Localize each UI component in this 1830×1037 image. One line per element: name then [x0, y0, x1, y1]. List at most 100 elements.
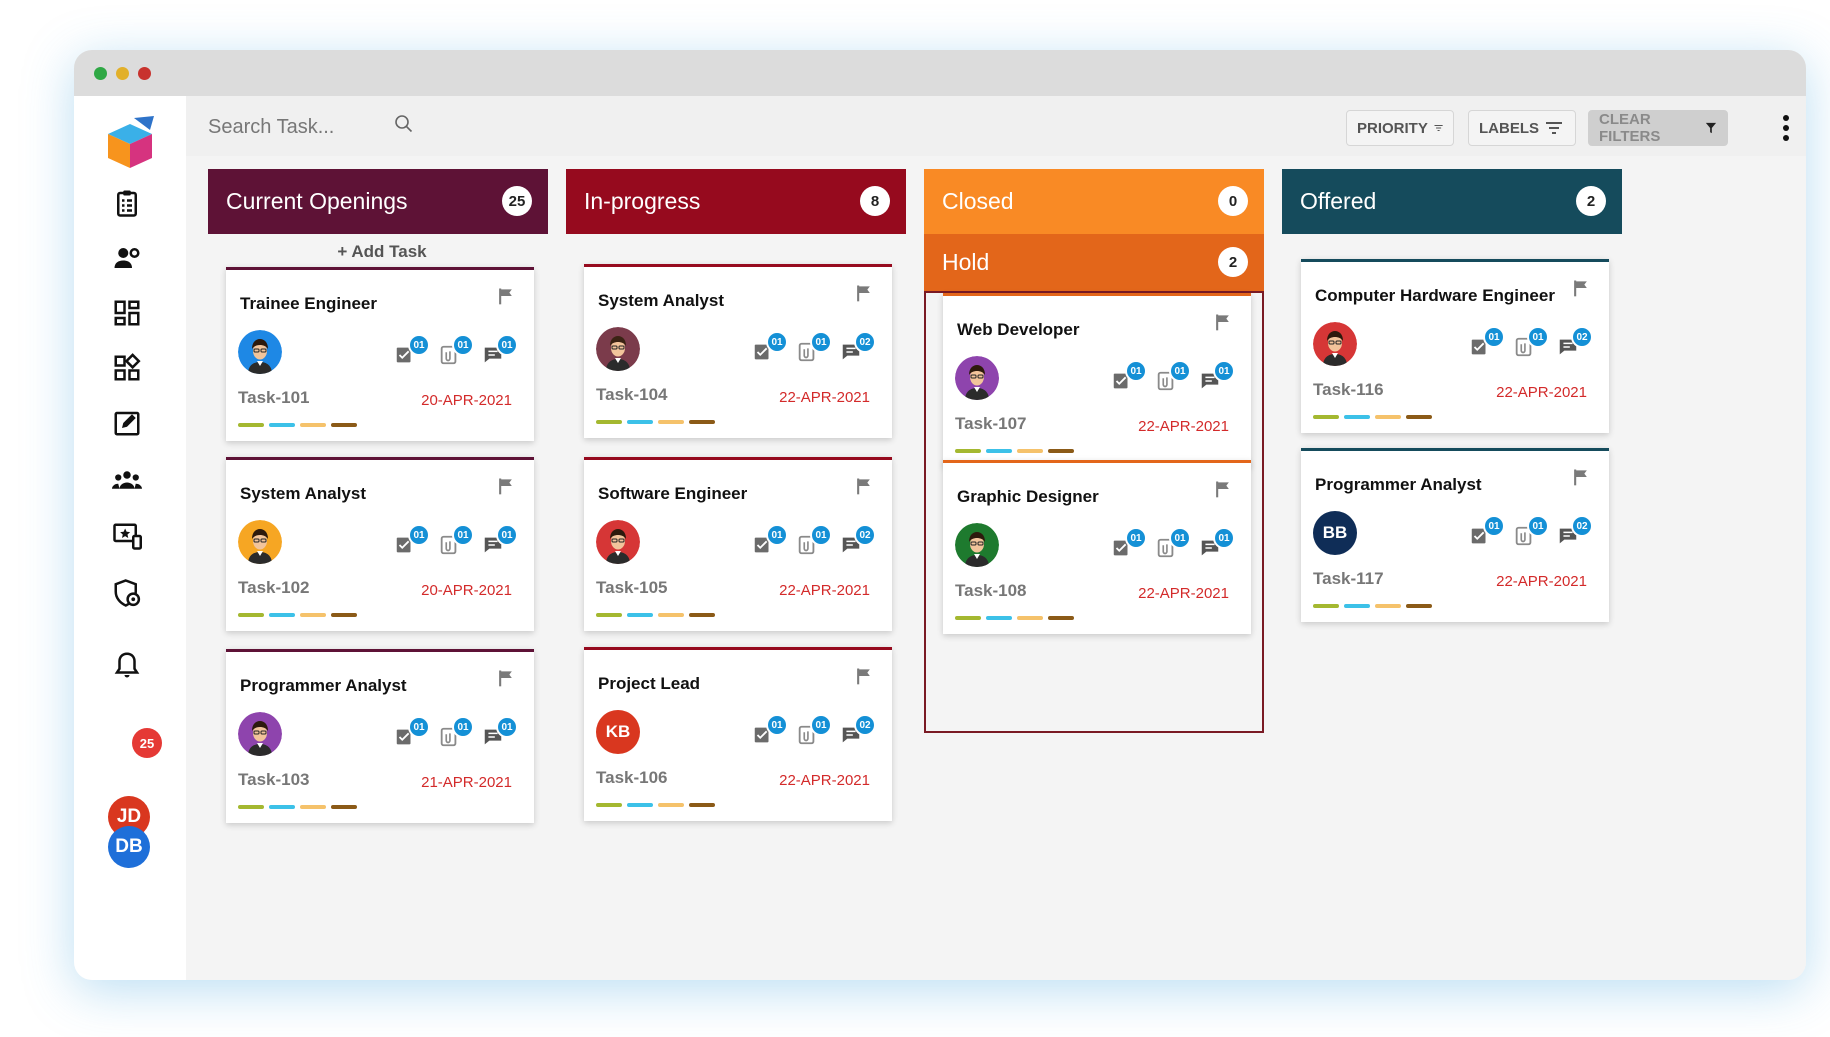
flag-icon[interactable]	[496, 476, 516, 496]
comment-icon[interactable]: 02	[1557, 326, 1593, 360]
minimize-window-button[interactable]	[116, 67, 129, 80]
label-bar[interactable]	[689, 613, 715, 617]
task-card[interactable]: Project Lead KB 01 01 02 Task-106 22-APR-2021	[584, 647, 892, 821]
checklist-icon[interactable]: 01	[752, 331, 788, 365]
attachment-icon[interactable]: 01	[438, 524, 474, 558]
comment-icon[interactable]: 02	[1557, 515, 1593, 549]
label-bar[interactable]	[300, 423, 326, 427]
dashboard-icon[interactable]	[110, 296, 144, 330]
label-bar[interactable]	[955, 616, 981, 620]
task-card[interactable]: Web Developer 01 01 01 Task-107 22-APR-2021	[943, 293, 1251, 467]
flag-icon[interactable]	[1571, 467, 1591, 487]
flag-icon[interactable]	[1213, 312, 1233, 332]
task-card[interactable]: Computer Hardware Engineer 01 01 02 Task-116…	[1301, 259, 1609, 433]
comment-icon[interactable]: 01	[482, 716, 518, 750]
flag-icon[interactable]	[496, 286, 516, 306]
flag-icon[interactable]	[854, 283, 874, 303]
labels-filter-button[interactable]: LABELS	[1468, 110, 1576, 146]
widgets-icon[interactable]	[110, 351, 144, 385]
flag-icon[interactable]	[854, 666, 874, 686]
label-bar[interactable]	[627, 420, 653, 424]
column-header-closed[interactable]: Closed 0	[924, 169, 1264, 234]
assignee-avatar[interactable]	[955, 523, 999, 567]
security-icon[interactable]	[110, 576, 144, 610]
assignee-avatar[interactable]	[596, 520, 640, 564]
comment-icon[interactable]: 01	[1199, 360, 1235, 394]
attachment-icon[interactable]: 01	[1513, 326, 1549, 360]
avatar-user-db[interactable]: DB	[108, 826, 150, 868]
task-card[interactable]: Software Engineer 01 01 02 Task-105 22-APR-20…	[584, 457, 892, 631]
label-bar[interactable]	[1406, 604, 1432, 608]
label-bar[interactable]	[1375, 604, 1401, 608]
label-bar[interactable]	[658, 803, 684, 807]
checklist-icon[interactable]: 01	[1111, 360, 1147, 394]
attachment-icon[interactable]: 01	[796, 524, 832, 558]
label-bar[interactable]	[689, 803, 715, 807]
bell-icon[interactable]	[110, 648, 144, 682]
assignee-avatar[interactable]: KB	[596, 710, 640, 754]
assignee-avatar[interactable]	[238, 712, 282, 756]
label-bar[interactable]	[627, 613, 653, 617]
checklist-icon[interactable]: 01	[1111, 527, 1147, 561]
label-bar[interactable]	[1048, 616, 1074, 620]
assignee-avatar[interactable]	[1313, 322, 1357, 366]
label-bar[interactable]	[238, 805, 264, 809]
column-header-hold[interactable]: Hold 2	[924, 234, 1264, 291]
task-card[interactable]: System Analyst 01 01 02 Task-104 22-APR-2021	[584, 264, 892, 438]
team-icon[interactable]	[110, 463, 144, 497]
task-card[interactable]: System Analyst 01 01 01 Task-102 20-APR-2021	[226, 457, 534, 631]
label-bar[interactable]	[596, 613, 622, 617]
user-settings-icon[interactable]	[110, 241, 144, 275]
column-header-in-progress[interactable]: In-progress 8	[566, 169, 906, 234]
label-bar[interactable]	[986, 616, 1012, 620]
label-bar[interactable]	[658, 420, 684, 424]
label-bar[interactable]	[1344, 604, 1370, 608]
flag-icon[interactable]	[1571, 278, 1591, 298]
maximize-window-button[interactable]	[94, 67, 107, 80]
add-task-button[interactable]: + Add Task	[312, 242, 452, 262]
label-bar[interactable]	[238, 423, 264, 427]
assignee-avatar[interactable]: BB	[1313, 511, 1357, 555]
comment-icon[interactable]: 01	[1199, 527, 1235, 561]
label-bar[interactable]	[1344, 415, 1370, 419]
label-bar[interactable]	[658, 613, 684, 617]
flag-icon[interactable]	[496, 668, 516, 688]
flag-icon[interactable]	[1213, 479, 1233, 499]
label-bar[interactable]	[596, 420, 622, 424]
attachment-icon[interactable]: 01	[796, 714, 832, 748]
label-bar[interactable]	[1406, 415, 1432, 419]
checklist-icon[interactable]: 01	[394, 524, 430, 558]
label-bar[interactable]	[269, 613, 295, 617]
label-bar[interactable]	[1313, 604, 1339, 608]
attachment-icon[interactable]: 01	[438, 334, 474, 368]
more-options-icon[interactable]	[1782, 114, 1790, 142]
attachment-icon[interactable]: 01	[1155, 360, 1191, 394]
checklist-icon[interactable]: 01	[1469, 515, 1505, 549]
attachment-icon[interactable]: 01	[438, 716, 474, 750]
attachment-icon[interactable]: 01	[1155, 527, 1191, 561]
checklist-icon[interactable]: 01	[1469, 326, 1505, 360]
task-card[interactable]: Graphic Designer 01 01 01 Task-108 22-APR-202…	[943, 460, 1251, 634]
label-bar[interactable]	[955, 449, 981, 453]
label-bar[interactable]	[627, 803, 653, 807]
label-bar[interactable]	[1048, 449, 1074, 453]
label-bar[interactable]	[1017, 616, 1043, 620]
priority-filter-button[interactable]: PRIORITY	[1346, 110, 1454, 146]
label-bar[interactable]	[1313, 415, 1339, 419]
checklist-icon[interactable]: 01	[752, 524, 788, 558]
task-card[interactable]: Trainee Engineer 01 01 01 Task-101 20-APR-202…	[226, 267, 534, 441]
label-bar[interactable]	[238, 613, 264, 617]
clear-filters-button[interactable]: CLEAR FILTERS	[1588, 110, 1728, 146]
attachment-icon[interactable]: 01	[1513, 515, 1549, 549]
label-bar[interactable]	[269, 805, 295, 809]
label-bar[interactable]	[1375, 415, 1401, 419]
edit-note-icon[interactable]	[110, 406, 144, 440]
label-bar[interactable]	[331, 423, 357, 427]
checklist-icon[interactable]: 01	[394, 716, 430, 750]
label-bar[interactable]	[300, 613, 326, 617]
clipboard-list-icon[interactable]	[110, 186, 144, 220]
label-bar[interactable]	[596, 803, 622, 807]
task-card[interactable]: Programmer Analyst BB 01 01 02 Task-117 22-APR…	[1301, 448, 1609, 622]
checklist-icon[interactable]: 01	[752, 714, 788, 748]
checklist-icon[interactable]: 01	[394, 334, 430, 368]
